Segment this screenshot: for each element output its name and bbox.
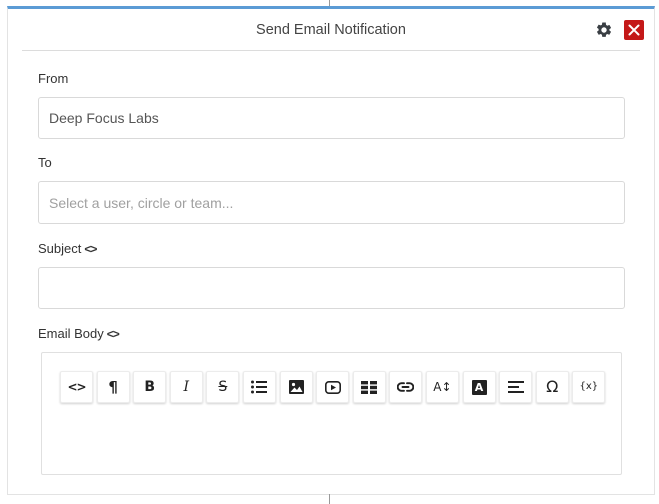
bold-icon: B <box>144 379 156 395</box>
font-size-button[interactable]: A↕ <box>425 371 459 403</box>
align-button[interactable] <box>499 371 533 403</box>
email-body-label-text: Email Body <box>38 326 104 341</box>
special-character-icon: Ω <box>546 377 559 396</box>
canvas: Send Email Notification From To Subject<… <box>0 0 659 504</box>
paragraph-button[interactable]: ¶ <box>96 371 130 403</box>
dialog-title: Send Email Notification <box>256 22 406 38</box>
email-body-code-icon[interactable]: <> <box>107 327 120 341</box>
strikethrough-icon: S <box>218 379 228 395</box>
subject-input[interactable] <box>38 267 625 309</box>
editor-toolbar: <> ¶ B I S A↕ A Ω {x} <box>60 371 606 404</box>
table-button[interactable] <box>352 371 386 403</box>
font-size-icon: A↕ <box>433 380 452 394</box>
dialog-header: Send Email Notification <box>22 9 644 51</box>
email-body-content[interactable] <box>42 413 621 474</box>
table-icon <box>361 380 378 394</box>
to-label: To <box>38 155 52 170</box>
variable-button[interactable]: {x} <box>572 371 606 403</box>
variable-icon: {x} <box>579 381 599 392</box>
email-body-label: Email Body <> <box>38 326 120 341</box>
connector-line-bottom <box>329 494 330 504</box>
code-view-icon: <> <box>67 380 86 394</box>
send-email-dialog: Send Email Notification From To Subject<… <box>7 6 655 495</box>
email-body-editor: <> ¶ B I S A↕ A Ω {x} <box>41 352 622 475</box>
image-button[interactable] <box>279 371 313 403</box>
strikethrough-button[interactable]: S <box>206 371 240 403</box>
paragraph-icon: ¶ <box>108 377 118 396</box>
video-icon <box>324 380 341 394</box>
close-button[interactable] <box>624 20 644 40</box>
to-input[interactable] <box>38 181 625 224</box>
align-left-icon <box>507 381 524 393</box>
bullet-list-button[interactable] <box>242 371 276 403</box>
code-view-button[interactable]: <> <box>60 371 93 403</box>
font-color-icon: A <box>471 379 487 395</box>
link-icon <box>397 382 415 392</box>
subject-code-icon[interactable]: <> <box>84 242 97 256</box>
from-input[interactable] <box>38 97 625 139</box>
link-button[interactable] <box>389 371 423 403</box>
subject-label-text: Subject <box>38 241 82 256</box>
bold-button[interactable]: B <box>133 371 167 403</box>
gear-icon[interactable] <box>595 21 613 39</box>
bullet-list-icon <box>251 380 268 394</box>
video-button[interactable] <box>316 371 350 403</box>
special-character-button[interactable]: Ω <box>535 371 569 403</box>
font-color-letter: A <box>474 380 484 394</box>
from-label: From <box>38 71 69 86</box>
close-icon <box>628 24 640 36</box>
italic-button[interactable]: I <box>169 371 203 403</box>
image-icon <box>288 380 304 394</box>
italic-icon: I <box>183 379 190 395</box>
font-color-button[interactable]: A <box>462 371 496 403</box>
subject-label: Subject <> <box>38 241 97 256</box>
